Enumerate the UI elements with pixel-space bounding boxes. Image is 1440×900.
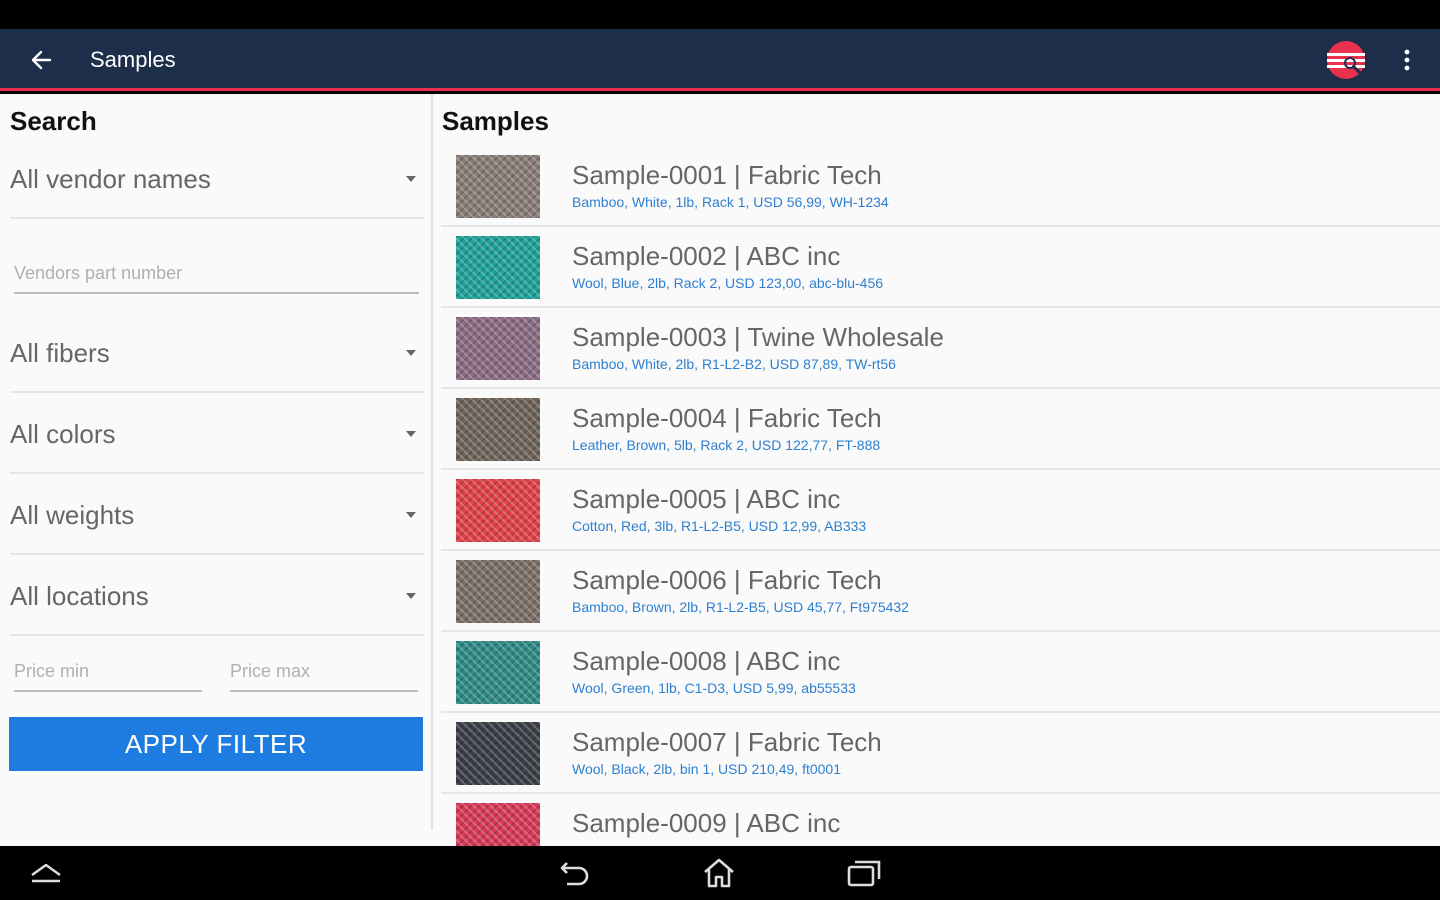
sample-list-item[interactable]: Sample-0003 | Twine Wholesale Bamboo, Whi… [441, 308, 1440, 389]
sample-swatch-thumbnail [456, 155, 540, 218]
nav-recent-apps-button[interactable] [842, 854, 886, 892]
hide-keyboard-icon [31, 863, 61, 883]
overflow-menu-button[interactable] [1390, 43, 1424, 77]
sample-swatch-thumbnail [456, 803, 540, 846]
sample-list-item[interactable]: Sample-0006 | Fabric Tech Bamboo, Brown, … [441, 551, 1440, 632]
vendor-dropdown-label: All vendor names [10, 164, 211, 194]
sample-list-item[interactable]: Sample-0002 | ABC inc Wool, Blue, 2lb, Ra… [441, 227, 1440, 308]
search-panel: Search All vendor names All fibers All c… [0, 94, 432, 846]
sample-details: Wool, Blue, 2lb, Rack 2, USD 123,00, abc… [572, 275, 884, 291]
sample-title: Sample-0004 | Fabric Tech [572, 403, 882, 433]
sample-title: Sample-0009 | ABC inc [572, 808, 841, 838]
sample-list-item[interactable]: Sample-0007 | Fabric Tech Wool, Black, 2l… [441, 713, 1440, 794]
nav-back-button[interactable] [554, 854, 598, 892]
samples-panel: Samples Sample-0001 | Fabric Tech Bamboo,… [433, 94, 1440, 846]
sample-swatch-thumbnail [456, 560, 540, 623]
fibers-dropdown-label: All fibers [10, 338, 110, 368]
price-min-input[interactable] [14, 652, 202, 692]
search-title: Search [10, 106, 97, 136]
locations-dropdown[interactable]: All locations [10, 556, 424, 636]
sample-swatch-thumbnail [456, 641, 540, 704]
sample-swatch-thumbnail [456, 479, 540, 542]
dropdown-arrow-icon [406, 176, 416, 182]
dropdown-arrow-icon [406, 512, 416, 518]
sample-list-item[interactable]: Sample-0001 | Fabric Tech Bamboo, White, … [441, 146, 1440, 227]
home-icon [704, 858, 734, 888]
vendor-part-number-input[interactable] [14, 254, 419, 294]
samples-title: Samples [442, 106, 549, 136]
sample-list-item[interactable]: Sample-0005 | ABC inc Cotton, Red, 3lb, R… [441, 470, 1440, 551]
weights-dropdown-label: All weights [10, 500, 135, 530]
sample-title: Sample-0005 | ABC inc [572, 484, 841, 514]
sample-list-item[interactable]: Sample-0008 | ABC inc Wool, Green, 1lb, C… [441, 632, 1440, 713]
arrow-left-icon [31, 50, 52, 70]
app-title: Samples [90, 47, 176, 72]
system-nav-bar [0, 846, 1440, 900]
sample-details: Cotton, Red, 3lb, R1-L2-B5, USD 12,99, A… [572, 518, 867, 534]
sample-title: Sample-0002 | ABC inc [572, 241, 841, 271]
sample-swatch-thumbnail [456, 317, 540, 380]
hide-keyboard-button[interactable] [24, 854, 68, 892]
dropdown-arrow-icon [406, 431, 416, 437]
dropdown-arrow-icon [406, 593, 416, 599]
dropdown-arrow-icon [406, 350, 416, 356]
app-bar: Samples [0, 29, 1440, 91]
weights-dropdown[interactable]: All weights [10, 475, 424, 555]
content-area: Search All vendor names All fibers All c… [0, 94, 1440, 846]
vendor-dropdown[interactable]: All vendor names [10, 139, 424, 219]
colors-dropdown-label: All colors [10, 419, 116, 449]
sample-title: Sample-0001 | Fabric Tech [572, 160, 882, 190]
sample-details: Bamboo, Brown, 2lb, R1-L2-B5, USD 45,77,… [572, 599, 909, 615]
apply-filter-button[interactable]: APPLY FILTER [9, 717, 423, 771]
recent-apps-icon [847, 860, 881, 887]
undo-arrow-icon [560, 862, 589, 886]
sample-title: Sample-0008 | ABC inc [572, 646, 841, 676]
nav-home-button[interactable] [697, 854, 741, 892]
samples-list: Sample-0001 | Fabric Tech Bamboo, White, … [441, 146, 1440, 846]
sample-list-item[interactable]: Sample-0009 | ABC inc [441, 794, 1440, 846]
fibers-dropdown[interactable]: All fibers [10, 313, 424, 393]
sample-swatch-thumbnail [456, 398, 540, 461]
sample-details: Wool, Green, 1lb, C1-D3, USD 5,99, ab555… [572, 680, 856, 696]
sample-details: Bamboo, White, 1lb, Rack 1, USD 56,99, W… [572, 194, 889, 210]
sample-swatch-thumbnail [456, 236, 540, 299]
status-bar [0, 0, 1440, 29]
sample-title: Sample-0007 | Fabric Tech [572, 727, 882, 757]
locations-dropdown-label: All locations [10, 581, 149, 611]
sample-swatch-thumbnail [456, 722, 540, 785]
sample-details: Wool, Black, 2lb, bin 1, USD 210,49, ft0… [572, 761, 842, 777]
sample-title: Sample-0003 | Twine Wholesale [572, 322, 944, 352]
sample-details: Bamboo, White, 2lb, R1-L2-B2, USD 87,89,… [572, 356, 896, 372]
back-button[interactable] [24, 43, 58, 77]
fabric-logo-icon[interactable] [1324, 40, 1368, 80]
sample-title: Sample-0006 | Fabric Tech [572, 565, 882, 595]
price-max-input[interactable] [230, 652, 418, 692]
sample-details: Leather, Brown, 5lb, Rack 2, USD 122,77,… [572, 437, 881, 453]
more-vert-icon [1404, 49, 1410, 71]
sample-list-item[interactable]: Sample-0004 | Fabric Tech Leather, Brown,… [441, 389, 1440, 470]
colors-dropdown[interactable]: All colors [10, 394, 424, 474]
